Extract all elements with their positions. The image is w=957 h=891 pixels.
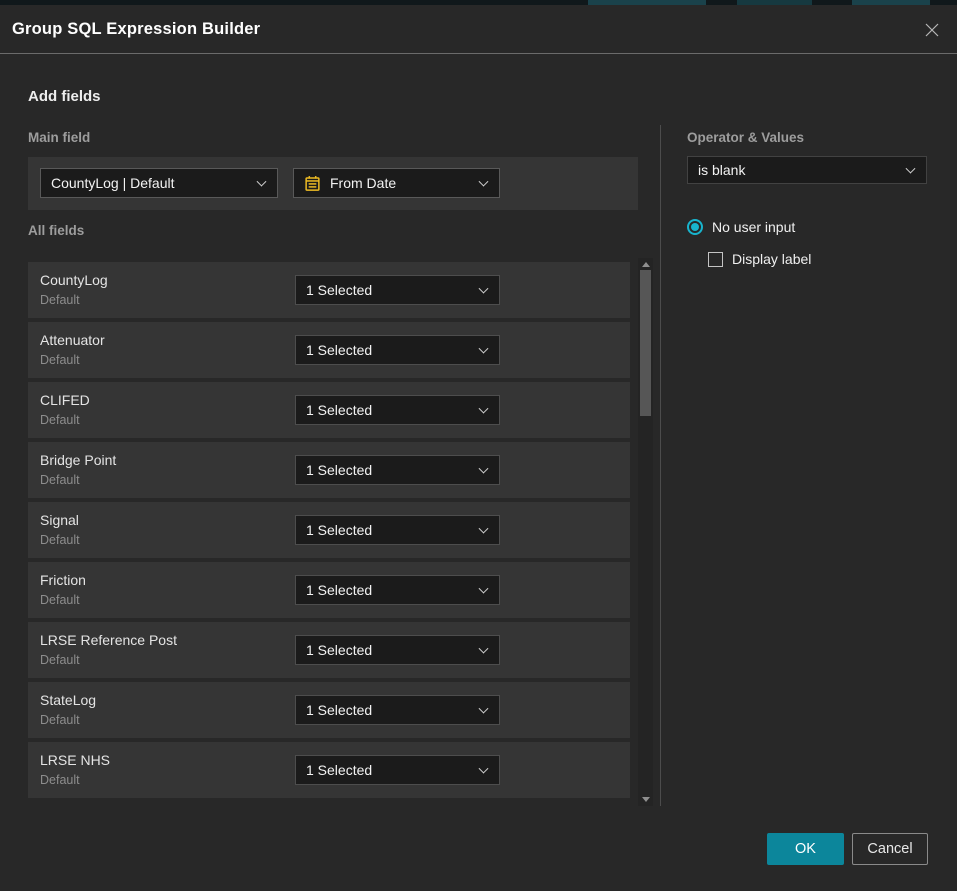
field-subtitle: Default	[40, 773, 80, 787]
field-selection-dropdown[interactable]: 1 Selected	[295, 275, 500, 305]
field-subtitle: Default	[40, 473, 80, 487]
field-selection-value: 1 Selected	[306, 582, 372, 598]
field-name: Signal	[40, 512, 79, 528]
chevron-down-icon	[479, 584, 489, 594]
field-selection-dropdown[interactable]: 1 Selected	[295, 515, 500, 545]
dialog-header: Group SQL Expression Builder	[0, 5, 957, 54]
field-name: LRSE NHS	[40, 752, 110, 768]
field-subtitle: Default	[40, 593, 80, 607]
field-subtitle: Default	[40, 413, 80, 427]
cancel-button[interactable]: Cancel	[852, 833, 928, 865]
chevron-down-icon	[906, 164, 916, 174]
chevron-down-icon	[479, 177, 489, 187]
chevron-down-icon	[479, 284, 489, 294]
chevron-down-icon	[479, 704, 489, 714]
all-fields-list: CountyLog Default 1 Selected Attenuator …	[28, 262, 630, 802]
field-subtitle: Default	[40, 653, 80, 667]
field-row: Signal Default 1 Selected	[28, 502, 630, 558]
calendar-date-icon	[304, 175, 321, 192]
field-selection-value: 1 Selected	[306, 342, 372, 358]
field-selection-dropdown[interactable]: 1 Selected	[295, 575, 500, 605]
no-user-input-radio[interactable]: No user input	[687, 219, 795, 235]
main-field-field-dropdown[interactable]: From Date	[293, 168, 500, 198]
field-row: CLIFED Default 1 Selected	[28, 382, 630, 438]
screen: Group SQL Expression Builder Add fields …	[0, 0, 957, 891]
chevron-down-icon	[479, 524, 489, 534]
field-row: Attenuator Default 1 Selected	[28, 322, 630, 378]
chevron-down-icon	[479, 344, 489, 354]
panel-divider	[660, 125, 661, 806]
field-row: Bridge Point Default 1 Selected	[28, 442, 630, 498]
chevron-down-icon	[257, 177, 267, 187]
display-label-label: Display label	[732, 251, 811, 267]
field-row: Friction Default 1 Selected	[28, 562, 630, 618]
chevron-down-icon	[479, 644, 489, 654]
main-field-label: Main field	[28, 130, 90, 145]
field-subtitle: Default	[40, 533, 80, 547]
operator-value: is blank	[698, 162, 745, 178]
field-selection-value: 1 Selected	[306, 462, 372, 478]
field-selection-value: 1 Selected	[306, 522, 372, 538]
checkbox-icon	[708, 252, 723, 267]
field-subtitle: Default	[40, 713, 80, 727]
field-name: Attenuator	[40, 332, 105, 348]
scroll-down-icon[interactable]	[642, 797, 650, 802]
field-selection-value: 1 Selected	[306, 762, 372, 778]
field-selection-dropdown[interactable]: 1 Selected	[295, 635, 500, 665]
field-selection-value: 1 Selected	[306, 282, 372, 298]
field-name: StateLog	[40, 692, 96, 708]
main-field-layer-dropdown[interactable]: CountyLog | Default	[40, 168, 278, 198]
field-name: CLIFED	[40, 392, 90, 408]
field-selection-dropdown[interactable]: 1 Selected	[295, 335, 500, 365]
radio-icon	[687, 219, 703, 235]
chevron-down-icon	[479, 764, 489, 774]
field-selection-dropdown[interactable]: 1 Selected	[295, 455, 500, 485]
close-icon[interactable]	[919, 17, 945, 43]
field-row: LRSE Reference Post Default 1 Selected	[28, 622, 630, 678]
main-field-layer-value: CountyLog | Default	[51, 175, 175, 191]
field-selection-value: 1 Selected	[306, 402, 372, 418]
field-name: Bridge Point	[40, 452, 116, 468]
group-sql-expression-builder-dialog: Group SQL Expression Builder Add fields …	[0, 5, 957, 891]
field-subtitle: Default	[40, 353, 80, 367]
field-row: CountyLog Default 1 Selected	[28, 262, 630, 318]
main-field-panel: CountyLog | Default From Date	[28, 157, 638, 210]
no-user-input-label: No user input	[712, 219, 795, 235]
ok-button[interactable]: OK	[767, 833, 844, 865]
field-row: LRSE NHS Default 1 Selected	[28, 742, 630, 798]
scrollbar[interactable]	[638, 258, 653, 806]
field-selection-dropdown[interactable]: 1 Selected	[295, 695, 500, 725]
field-name: CountyLog	[40, 272, 108, 288]
scroll-up-icon[interactable]	[642, 262, 650, 267]
operator-dropdown[interactable]: is blank	[687, 156, 927, 184]
all-fields-label: All fields	[28, 223, 84, 238]
scrollbar-thumb[interactable]	[640, 270, 651, 416]
field-subtitle: Default	[40, 293, 80, 307]
chevron-down-icon	[479, 404, 489, 414]
field-selection-value: 1 Selected	[306, 642, 372, 658]
chevron-down-icon	[479, 464, 489, 474]
field-name: Friction	[40, 572, 86, 588]
field-selection-value: 1 Selected	[306, 702, 372, 718]
field-name: LRSE Reference Post	[40, 632, 177, 648]
field-selection-dropdown[interactable]: 1 Selected	[295, 755, 500, 785]
add-fields-heading: Add fields	[28, 88, 101, 105]
dialog-title: Group SQL Expression Builder	[12, 5, 260, 54]
operator-values-label: Operator & Values	[687, 130, 804, 145]
field-row: StateLog Default 1 Selected	[28, 682, 630, 738]
display-label-checkbox[interactable]: Display label	[708, 251, 811, 267]
field-selection-dropdown[interactable]: 1 Selected	[295, 395, 500, 425]
main-field-field-value: From Date	[330, 175, 396, 191]
